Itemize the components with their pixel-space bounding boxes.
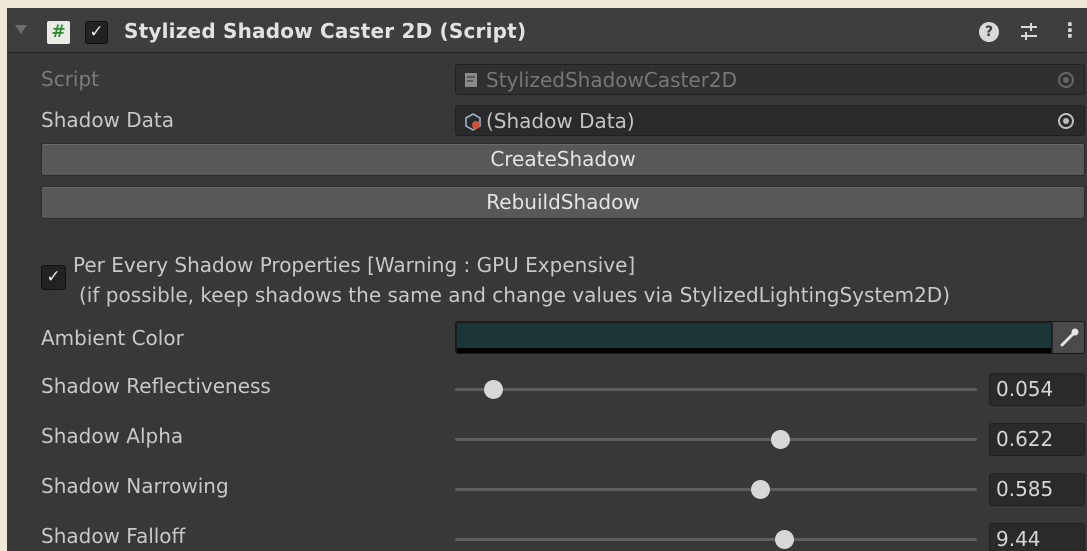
shadow-data-label: Shadow Data — [41, 108, 175, 132]
shadow-data-value: (Shadow Data) — [486, 109, 635, 133]
shadow-reflectiveness-slider-thumb[interactable] — [483, 380, 503, 399]
shadow-falloff-label: Shadow Falloff — [41, 524, 186, 548]
script-field: StylizedShadowCaster2D — [455, 64, 1085, 95]
presets-icon[interactable] — [1019, 22, 1039, 46]
kebab-menu-icon[interactable]: ⋮ — [1060, 20, 1080, 40]
cs-script-icon — [464, 72, 478, 92]
shadow-narrowing-value-field[interactable]: 0.585 — [989, 473, 1085, 506]
shadow-alpha-slider-thumb[interactable] — [770, 430, 790, 449]
shadow-alpha-value-field[interactable]: 0.622 — [989, 423, 1085, 456]
per-shadow-properties-label: Per Every Shadow Properties [Warning : G… — [73, 253, 636, 277]
shadow-narrowing-slider-track[interactable] — [455, 488, 977, 491]
shadow-reflectiveness-slider-track[interactable] — [455, 388, 977, 391]
shadow-data-field[interactable]: (Shadow Data) — [455, 105, 1085, 136]
component-header[interactable]: # ✓ Stylized Shadow Caster 2D (Script) ?… — [7, 8, 1087, 53]
ambient-color-field[interactable] — [455, 321, 1085, 354]
foldout-triangle-icon[interactable] — [15, 25, 27, 34]
shadow-alpha-label: Shadow Alpha — [41, 424, 184, 448]
shadow-falloff-slider-thumb[interactable] — [774, 530, 794, 549]
script-field-value: StylizedShadowCaster2D — [486, 68, 738, 92]
object-picker-icon[interactable] — [1058, 113, 1074, 129]
script-label: Script — [41, 67, 100, 91]
per-shadow-properties-checkbox[interactable]: ✓ — [41, 265, 66, 290]
per-shadow-properties-hint: (if possible, keep shadows the same and … — [79, 283, 950, 307]
inspector-panel: # ✓ Stylized Shadow Caster 2D (Script) ?… — [7, 8, 1087, 551]
component-enabled-checkbox[interactable]: ✓ — [85, 21, 108, 44]
object-picker-icon — [1058, 72, 1074, 88]
component-title: Stylized Shadow Caster 2D (Script) — [124, 19, 527, 43]
shadow-narrowing-label: Shadow Narrowing — [41, 474, 229, 498]
shadow-reflectiveness-value-field[interactable]: 0.054 — [989, 373, 1085, 406]
eyedropper-icon[interactable] — [1052, 322, 1084, 353]
create-shadow-button[interactable]: CreateShadow — [41, 143, 1085, 176]
ambient-color-swatch[interactable] — [457, 323, 1051, 348]
help-icon[interactable]: ? — [979, 22, 999, 42]
shadow-alpha-slider-track[interactable] — [455, 438, 977, 441]
ambient-alpha-bar — [457, 348, 1051, 353]
script-icon: # — [47, 21, 70, 44]
rebuild-shadow-button[interactable]: RebuildShadow — [41, 186, 1085, 219]
shadow-falloff-slider-track[interactable] — [455, 538, 977, 541]
scriptable-object-icon — [464, 113, 482, 135]
ambient-color-label: Ambient Color — [41, 326, 184, 350]
shadow-narrowing-slider-thumb[interactable] — [751, 480, 771, 499]
shadow-falloff-value-field[interactable]: 9.44 — [989, 523, 1085, 551]
shadow-reflectiveness-label: Shadow Reflectiveness — [41, 374, 271, 398]
